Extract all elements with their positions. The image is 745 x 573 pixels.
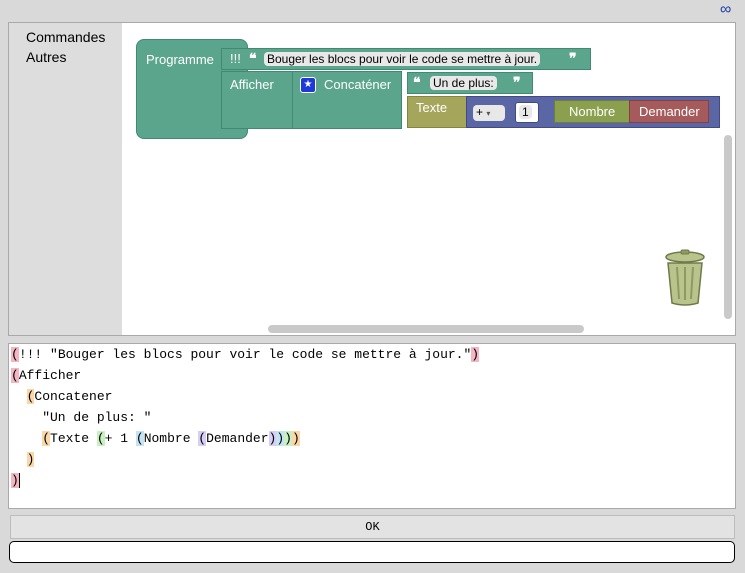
- texte-label: Texte: [416, 100, 448, 115]
- demander-label: Demander: [639, 104, 700, 119]
- close-quote-icon: ❞: [569, 50, 577, 66]
- code-line-5: (Texte (+ 1 (Nombre (Demander)))): [42, 431, 300, 446]
- block-canvas[interactable]: Programme !!! ❝ Bouger les blocs pour vo…: [122, 23, 735, 335]
- horizontal-scrollbar[interactable]: [268, 325, 584, 333]
- afficher-label: Afficher: [230, 77, 274, 92]
- chevron-down-icon: ▾: [486, 109, 491, 118]
- text-block-un-de-plus[interactable]: ❝ Un de plus: ❞: [407, 72, 533, 94]
- nombre-block[interactable]: Nombre: [554, 100, 632, 123]
- infinity-icon[interactable]: ∞: [720, 2, 731, 18]
- nombre-label: Nombre: [569, 104, 616, 119]
- mutator-star-icon[interactable]: ★: [300, 77, 316, 93]
- programme-label: Programme: [146, 52, 214, 67]
- afficher-block[interactable]: Afficher: [221, 71, 293, 129]
- open-quote-icon-2: ❝: [413, 74, 421, 90]
- code-line-7: ): [11, 473, 20, 488]
- code-line-4: "Un de plus: ": [11, 410, 152, 425]
- bang-label: !!!: [230, 51, 241, 66]
- ok-button[interactable]: OK: [10, 515, 735, 539]
- answer-input[interactable]: [9, 541, 735, 563]
- blockly-workspace: Commandes Autres Programme !!! ❝ Bouger …: [8, 22, 736, 336]
- number-block[interactable]: 1: [515, 102, 539, 123]
- concatener-label: Concaténer: [324, 77, 392, 92]
- code-line-2: (Afficher: [11, 368, 82, 383]
- un-de-plus-field[interactable]: Un de plus:: [430, 76, 497, 90]
- code-line-1: (!!! "Bouger les blocs pour voir le code…: [11, 347, 480, 362]
- toolbox: Commandes Autres: [9, 23, 122, 335]
- number-field[interactable]: 1: [519, 105, 532, 119]
- concatener-block[interactable]: ★ Concaténer: [292, 71, 402, 129]
- demander-block[interactable]: Demander: [629, 100, 709, 123]
- toolbox-item-commandes[interactable]: Commandes: [26, 29, 105, 45]
- open-quote-icon: ❝: [249, 50, 257, 66]
- texte-block[interactable]: Texte: [407, 96, 467, 128]
- comment-text-field[interactable]: Bouger les blocs pour voir le code se me…: [264, 52, 541, 66]
- trash-icon[interactable]: [662, 249, 708, 307]
- operator-label: +: [476, 105, 484, 119]
- code-line-6: ): [26, 452, 35, 467]
- comment-block[interactable]: !!! ❝ Bouger les blocs pour voir le code…: [221, 48, 591, 70]
- vertical-scrollbar[interactable]: [724, 135, 732, 319]
- toolbox-item-autres[interactable]: Autres: [26, 49, 66, 65]
- code-line-3: (Concatener: [26, 389, 113, 404]
- operator-dropdown[interactable]: + ▾: [473, 105, 505, 121]
- text-cursor: [18, 473, 20, 488]
- close-quote-icon-2: ❞: [513, 74, 521, 90]
- code-output[interactable]: (!!! "Bouger les blocs pour voir le code…: [8, 343, 736, 509]
